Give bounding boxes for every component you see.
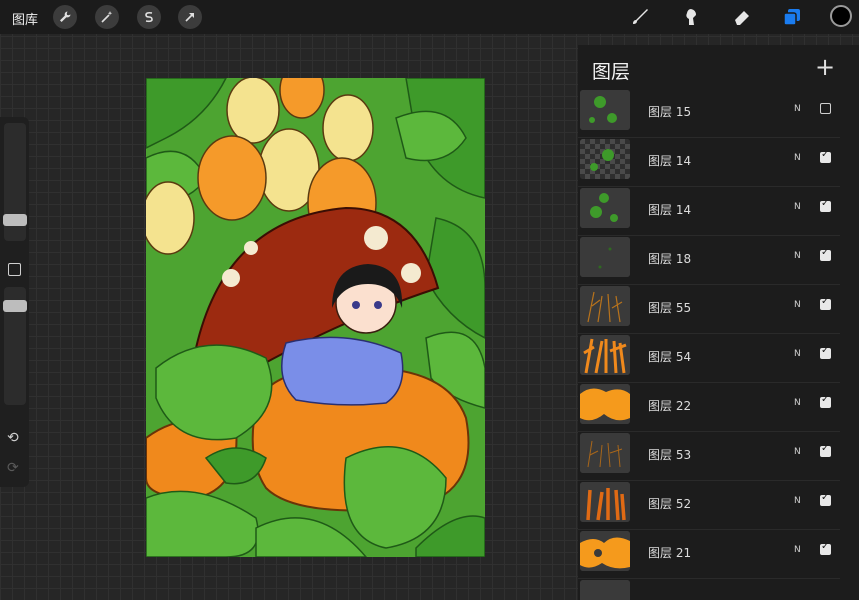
layer-thumbnail	[580, 482, 630, 522]
visibility-checkbox[interactable]	[820, 103, 831, 114]
add-layer-button[interactable]: +	[815, 53, 835, 81]
undo-icon[interactable]: ⟲	[7, 430, 19, 446]
layer-name: 图层 18	[648, 252, 692, 266]
modify-button[interactable]	[8, 263, 21, 276]
layer-row[interactable]: 图层 54 N	[578, 333, 840, 383]
visibility-checkbox[interactable]	[820, 296, 831, 310]
panel-title: 图层	[592, 61, 631, 83]
layer-row[interactable]: 图层 14 N	[578, 186, 840, 236]
gallery-button[interactable]: 图库	[12, 9, 38, 28]
eraser-icon[interactable]	[730, 5, 754, 29]
layer-row[interactable]: 图层 18 N	[578, 235, 840, 285]
visibility-checkbox[interactable]	[820, 198, 831, 212]
blend-mode[interactable]: N	[794, 447, 801, 457]
layer-name: 图层 14	[648, 154, 692, 168]
layer-row-partial[interactable]	[578, 578, 840, 600]
blend-mode[interactable]: N	[794, 251, 801, 261]
layer-row[interactable]: 图层 52 N	[578, 480, 840, 530]
magic-wand-icon[interactable]	[95, 5, 119, 29]
layer-name: 图层 54	[648, 350, 692, 364]
visibility-checkbox[interactable]	[820, 394, 831, 408]
layer-row[interactable]: 图层 15 N	[578, 88, 840, 138]
transform-arrow-icon[interactable]	[178, 5, 202, 29]
blend-mode[interactable]: N	[794, 202, 801, 212]
layer-thumbnail	[580, 580, 630, 600]
left-sidebar: ⟲ ⟳	[0, 117, 29, 487]
visibility-checkbox[interactable]	[820, 149, 831, 163]
layers-icon[interactable]	[780, 5, 804, 29]
smudge-icon[interactable]	[679, 5, 703, 29]
blend-mode[interactable]: N	[794, 104, 801, 114]
visibility-checkbox[interactable]	[820, 492, 831, 506]
layer-row[interactable]: 图层 21 N	[578, 529, 840, 579]
blend-mode[interactable]: N	[794, 545, 801, 555]
brush-size-thumb[interactable]	[3, 214, 27, 226]
layer-name: 图层 53	[648, 448, 692, 462]
layer-name: 图层 22	[648, 399, 692, 413]
layer-thumbnail	[580, 139, 630, 179]
layer-row[interactable]: 图层 14 N	[578, 137, 840, 187]
layer-name: 图层 14	[648, 203, 692, 217]
layer-thumbnail	[580, 90, 630, 130]
visibility-checkbox[interactable]	[820, 345, 831, 359]
layer-thumbnail	[580, 237, 630, 277]
layer-name: 图层 15	[648, 105, 692, 119]
layer-thumbnail	[580, 188, 630, 228]
layer-thumbnail	[580, 433, 630, 473]
color-picker-swatch[interactable]	[830, 5, 852, 27]
blend-mode[interactable]: N	[794, 496, 801, 506]
layer-row[interactable]: 图层 53 N	[578, 431, 840, 481]
blend-mode[interactable]: N	[794, 398, 801, 408]
visibility-checkbox[interactable]	[820, 541, 831, 555]
redo-icon[interactable]: ⟳	[7, 460, 19, 476]
blend-mode[interactable]: N	[794, 349, 801, 359]
visibility-checkbox[interactable]	[820, 443, 831, 457]
layer-thumbnail	[580, 286, 630, 326]
opacity-thumb[interactable]	[3, 300, 27, 312]
layer-name: 图层 52	[648, 497, 692, 511]
layer-thumbnail	[580, 384, 630, 424]
layer-name: 图层 21	[648, 546, 692, 560]
visibility-checkbox[interactable]	[820, 247, 831, 261]
layer-row[interactable]: 图层 55 N	[578, 284, 840, 334]
layer-row[interactable]: 图层 22 N	[578, 382, 840, 432]
layer-thumbnail	[580, 531, 630, 571]
canvas-artwork[interactable]	[146, 78, 485, 557]
blend-mode[interactable]: N	[794, 300, 801, 310]
layer-name: 图层 55	[648, 301, 692, 315]
top-toolbar: 图库	[0, 0, 859, 34]
blend-mode[interactable]: N	[794, 153, 801, 163]
wrench-icon[interactable]	[53, 5, 77, 29]
layers-panel: 图层 + 图层 15 N 图层 14 N 图层 14 N 图层 18 N	[578, 45, 859, 600]
layer-thumbnail	[580, 335, 630, 375]
selection-icon[interactable]	[137, 5, 161, 29]
brush-icon[interactable]	[628, 5, 652, 29]
